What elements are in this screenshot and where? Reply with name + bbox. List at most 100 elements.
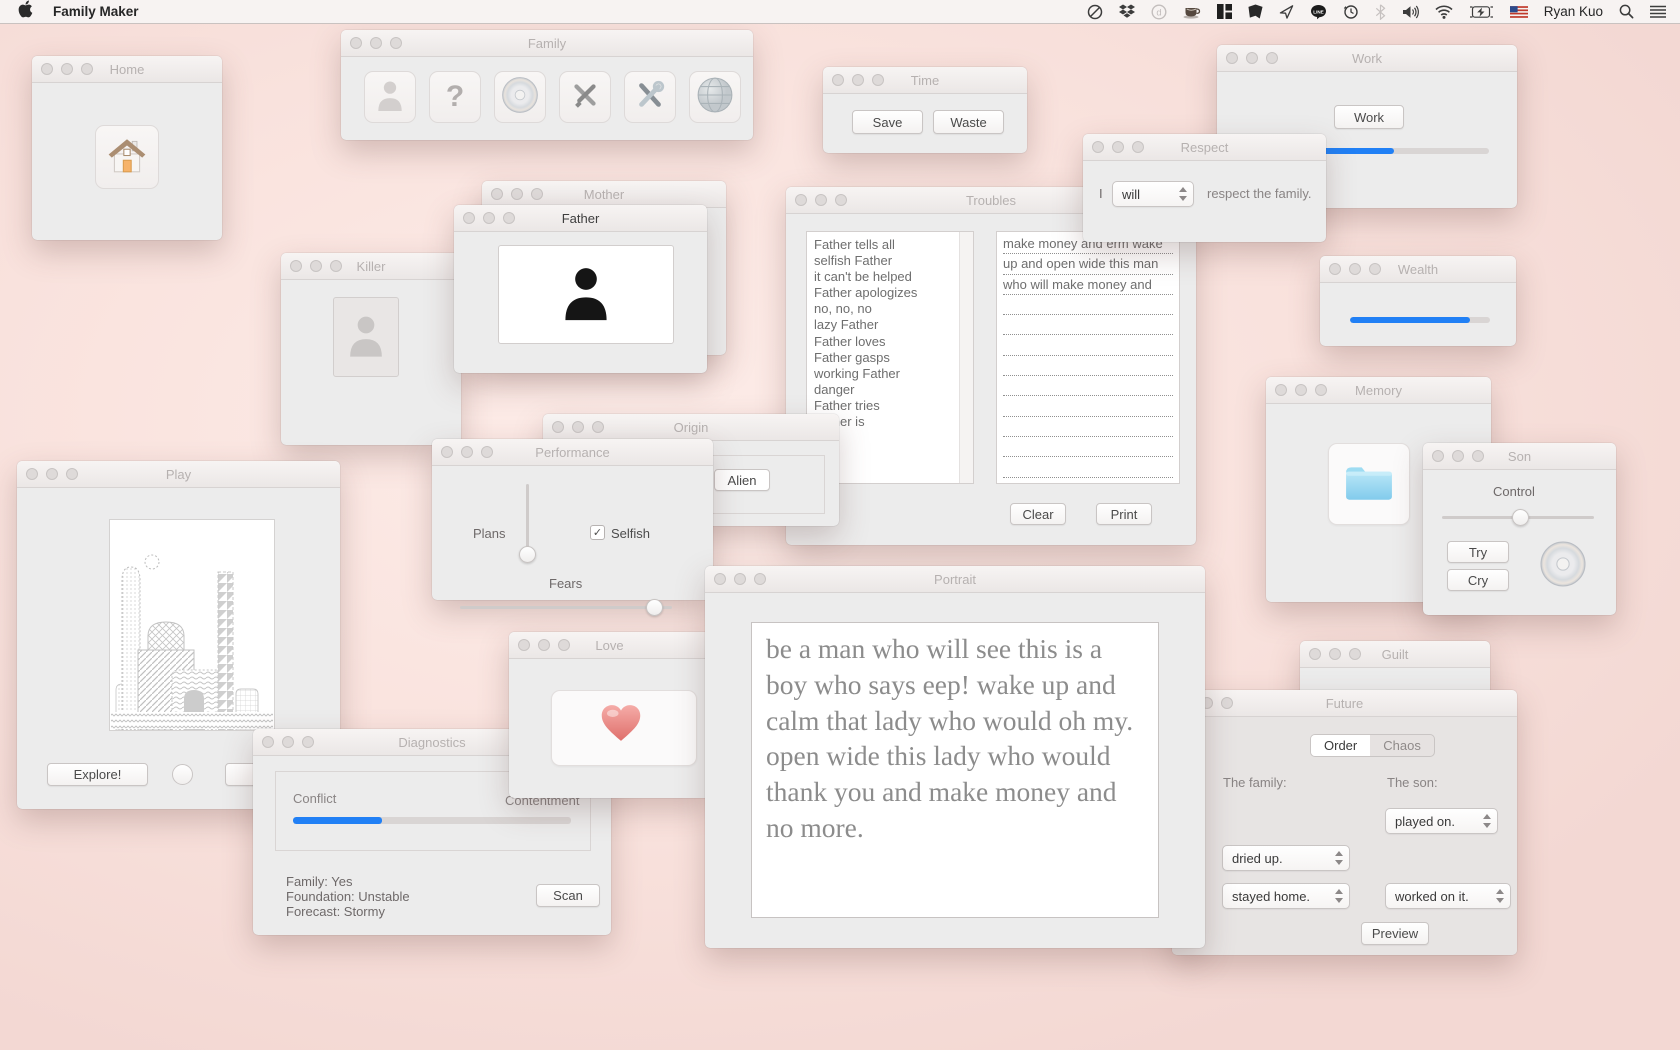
minimize-button[interactable]	[815, 194, 827, 206]
person-button[interactable]	[364, 71, 416, 123]
work-titlebar[interactable]: Work	[1217, 45, 1517, 72]
list-item[interactable]: lazy Father	[807, 317, 973, 333]
notification-center-icon[interactable]	[1650, 0, 1666, 24]
minimize-button[interactable]	[46, 468, 58, 480]
minimize-button[interactable]	[370, 37, 382, 49]
scrollbar[interactable]	[959, 232, 973, 483]
minimize-button[interactable]	[511, 188, 523, 200]
respect-titlebar[interactable]: Respect	[1083, 134, 1326, 161]
dropbox-icon[interactable]	[1119, 0, 1135, 24]
print-button[interactable]: Print	[1096, 503, 1152, 525]
minimize-button[interactable]	[1295, 384, 1307, 396]
work-button[interactable]: Work	[1334, 105, 1404, 129]
plans-slider-thumb[interactable]	[519, 546, 536, 563]
close-button[interactable]	[1275, 384, 1287, 396]
alien-button[interactable]: Alien	[714, 469, 770, 491]
spotlight-search-icon[interactable]	[1619, 0, 1634, 24]
portrait-text-area[interactable]: be a man who will see this is a boy who …	[751, 622, 1159, 918]
minimize-button[interactable]	[1452, 450, 1464, 462]
location-arrow-icon[interactable]	[1279, 0, 1294, 24]
memory-folder-well[interactable]	[1328, 443, 1410, 525]
zoom-button[interactable]	[1315, 384, 1327, 396]
bluetooth-icon[interactable]	[1375, 0, 1386, 24]
close-button[interactable]	[552, 421, 564, 433]
time-machine-icon[interactable]	[1343, 0, 1359, 24]
zoom-button[interactable]	[1132, 141, 1144, 153]
do-not-disturb-icon[interactable]	[1087, 0, 1103, 24]
close-button[interactable]	[1432, 450, 1444, 462]
edit-button[interactable]	[559, 71, 611, 123]
help-button[interactable]: ?	[429, 71, 481, 123]
guilt-titlebar[interactable]: Guilt	[1300, 641, 1490, 668]
zoom-button[interactable]	[503, 212, 515, 224]
respect-select[interactable]: will	[1112, 181, 1194, 207]
son-select-2[interactable]: worked on it.	[1385, 883, 1511, 909]
list-item[interactable]: it can't be helped	[807, 269, 973, 285]
list-item[interactable]: selfish Father	[807, 253, 973, 269]
memory-titlebar[interactable]: Memory	[1266, 377, 1491, 404]
zoom-button[interactable]	[754, 573, 766, 585]
list-item[interactable]: no, no, no	[807, 301, 973, 317]
killer-titlebar[interactable]: Killer	[281, 253, 461, 280]
play-titlebar[interactable]: Play	[17, 461, 340, 488]
list-item[interactable]: Father tells all	[807, 237, 973, 253]
portrait-titlebar[interactable]: Portrait	[705, 566, 1205, 593]
zoom-button[interactable]	[531, 188, 543, 200]
preview-button[interactable]: Preview	[1361, 922, 1429, 945]
close-button[interactable]	[1226, 52, 1238, 64]
coffee-icon[interactable]	[1183, 0, 1201, 24]
shield-icon[interactable]	[1248, 0, 1263, 24]
love-titlebar[interactable]: Love	[509, 632, 710, 659]
try-button[interactable]: Try	[1447, 541, 1509, 563]
zoom-button[interactable]	[390, 37, 402, 49]
selfish-checkbox[interactable]: ✓	[590, 525, 605, 540]
play-radio-well[interactable]	[172, 764, 193, 785]
apple-menu[interactable]	[18, 0, 33, 24]
close-button[interactable]	[41, 63, 53, 75]
time-titlebar[interactable]: Time	[823, 67, 1027, 94]
minimize-button[interactable]	[1329, 648, 1341, 660]
minimize-button[interactable]	[310, 260, 322, 272]
minimize-button[interactable]	[1112, 141, 1124, 153]
zoom-button[interactable]	[302, 736, 314, 748]
list-item[interactable]: Father tries	[807, 398, 973, 414]
family-titlebar[interactable]: Family	[341, 30, 753, 57]
son-titlebar[interactable]: Son	[1423, 443, 1616, 470]
close-button[interactable]	[832, 74, 844, 86]
home-titlebar[interactable]: Home	[32, 56, 222, 83]
zoom-button[interactable]	[1472, 450, 1484, 462]
son-select-1[interactable]: played on.	[1385, 808, 1498, 834]
origin-titlebar[interactable]: Origin	[543, 414, 839, 441]
minimize-button[interactable]	[572, 421, 584, 433]
minimize-button[interactable]	[1349, 263, 1361, 275]
close-button[interactable]	[795, 194, 807, 206]
close-button[interactable]	[1309, 648, 1321, 660]
list-item[interactable]: working Father	[807, 366, 973, 382]
wealth-titlebar[interactable]: Wealth	[1320, 256, 1516, 283]
close-button[interactable]	[714, 573, 726, 585]
minimize-button[interactable]	[1246, 52, 1258, 64]
minimize-button[interactable]	[852, 74, 864, 86]
future-titlebar[interactable]: Future	[1172, 690, 1517, 717]
minimize-button[interactable]	[461, 446, 473, 458]
waste-button[interactable]: Waste	[933, 110, 1004, 134]
family-select-2[interactable]: stayed home.	[1222, 883, 1350, 909]
father-titlebar[interactable]: Father	[454, 205, 707, 232]
close-button[interactable]	[518, 639, 530, 651]
home-button[interactable]	[95, 125, 159, 189]
close-button[interactable]	[1329, 263, 1341, 275]
killer-image-well[interactable]	[333, 297, 399, 377]
zoom-button[interactable]	[481, 446, 493, 458]
battery-charging-icon[interactable]	[1469, 0, 1494, 24]
list-item[interactable]: Father loves	[807, 334, 973, 350]
control-slider-thumb[interactable]	[1512, 509, 1529, 526]
d-badge-icon[interactable]: d	[1151, 0, 1167, 24]
troubles-output-list[interactable]: make money and erm wake up and open wide…	[996, 231, 1180, 484]
cry-button[interactable]: Cry	[1447, 569, 1509, 591]
zoom-button[interactable]	[1369, 263, 1381, 275]
user-menu[interactable]: Ryan Kuo	[1544, 4, 1603, 19]
network-button[interactable]	[689, 71, 741, 123]
tab-chaos[interactable]: Chaos	[1370, 735, 1434, 756]
clear-button[interactable]: Clear	[1010, 503, 1066, 525]
us-flag-icon[interactable]	[1510, 0, 1528, 24]
